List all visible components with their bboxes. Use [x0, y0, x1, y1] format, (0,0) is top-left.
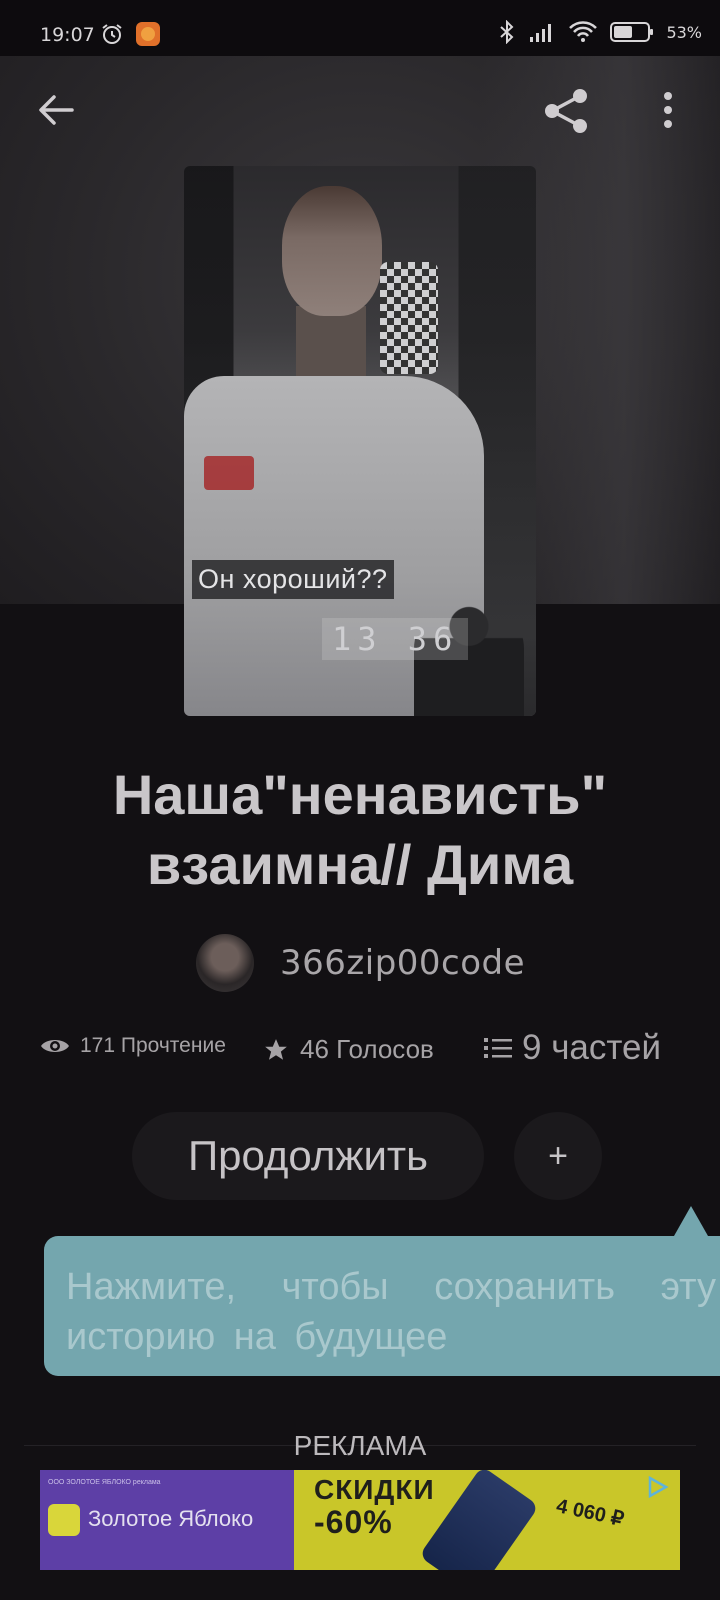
cover-phone — [380, 262, 438, 374]
back-button[interactable] — [34, 88, 78, 132]
parts-stat[interactable]: 9 частей — [484, 1028, 661, 1068]
add-to-library-button[interactable]: + — [514, 1112, 602, 1200]
bluetooth-icon — [500, 20, 514, 44]
tooltip-text: Нажмите, чтобы сохранить эту историю на … — [66, 1266, 716, 1358]
arrow-left-icon — [39, 95, 74, 125]
more-vertical-icon — [664, 92, 672, 128]
avatar — [196, 934, 254, 992]
star-icon — [265, 1038, 287, 1060]
status-icons: 53% — [498, 20, 702, 44]
ad-label: РЕКЛАМА — [293, 1430, 427, 1461]
story-title: Наша"ненависть" взаимна// Дима — [112, 763, 608, 896]
brand-logo-icon — [48, 1504, 80, 1536]
alarm-icon — [102, 24, 122, 44]
list-icon — [484, 1038, 512, 1058]
share-icon — [545, 89, 587, 133]
app-notification-icon — [136, 22, 160, 46]
ad-banner[interactable]: ООО ЗОЛОТОЕ ЯБЛОКО реклама Золотое Яблок… — [40, 1470, 680, 1570]
reads-stat: 171 Прочтение — [40, 1034, 226, 1058]
save-story-tooltip[interactable]: Нажмите, чтобы сохранить эту историю на … — [44, 1206, 720, 1376]
story-cover-image[interactable]: Он хороший?? 13 36 — [184, 166, 536, 716]
cover-shirt-print — [204, 456, 254, 490]
more-options-button[interactable] — [656, 90, 680, 130]
ad-brand-name: Золотое Яблоко — [88, 1506, 254, 1531]
ad-brand-panel: ООО ЗОЛОТОЕ ЯБЛОКО реклама Золотое Яблок… — [40, 1470, 294, 1570]
perfume-bottle-image — [418, 1470, 540, 1570]
continue-reading-button[interactable]: Продолжить — [132, 1112, 484, 1200]
ad-headline: СКИДКИ — [314, 1474, 435, 1505]
battery-icon — [610, 22, 654, 42]
battery-percentage: 53% — [666, 22, 702, 42]
cover-caption: Он хороший?? — [192, 560, 394, 599]
share-button[interactable] — [542, 86, 592, 136]
eye-icon — [41, 1040, 69, 1052]
parts-count: 9 частей — [522, 1028, 662, 1067]
votes-count: 46 Голосов — [300, 1034, 434, 1064]
ad-small-text: ООО ЗОЛОТОЕ ЯБЛОКО реклама — [48, 1479, 161, 1486]
votes-stat: 46 Голосов — [262, 1034, 434, 1065]
ad-discount: -60% — [314, 1504, 393, 1540]
reads-count: 171 Прочтение — [80, 1034, 226, 1057]
ad-promo-panel: СКИДКИ -60% 4 060 ₽ — [294, 1470, 680, 1570]
cover-figure-head — [282, 186, 382, 316]
wifi-icon — [569, 21, 598, 42]
author-name: 366zip00code — [280, 943, 526, 983]
ad-price: 4 060 ₽ — [554, 1495, 626, 1531]
ad-choices-icon[interactable] — [644, 1474, 670, 1500]
author-link[interactable]: 366zip00code — [196, 934, 525, 992]
story-stats: 171 Прочтение 46 Голосов 9 частей — [40, 1028, 690, 1088]
status-time: 19:07 — [40, 24, 95, 46]
signal-icon — [530, 24, 552, 42]
cover-figure-neck — [296, 306, 366, 376]
cover-time-overlay: 13 36 — [322, 618, 469, 660]
status-bar: 19:07 53% — [0, 0, 720, 56]
